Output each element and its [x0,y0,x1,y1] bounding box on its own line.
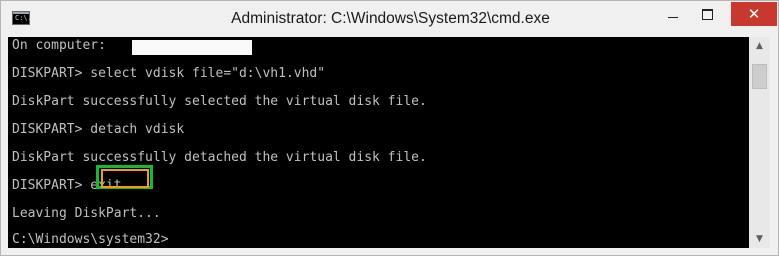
title-bar[interactable]: C:\. Administrator: C:\Windows\System32\… [1,1,778,37]
console-line: DiskPart successfully detached the virtu… [12,150,427,165]
console-line: DISKPART> select vdisk file="d:\vh1.vhd" [12,66,326,81]
console-output[interactable]: On computer: DISKPART> select vdisk file… [8,37,749,248]
maximize-icon [701,8,713,20]
highlight-box-inner [101,169,149,188]
console-line: C:\Windows\system32> [12,232,169,247]
console-line: DiskPart successfully selected the virtu… [12,94,427,109]
scroll-down-icon[interactable]: ▼ [749,230,770,248]
redacted-computer-name [132,40,252,55]
console-line: DISKPART> detach vdisk [12,122,185,137]
scroll-up-icon[interactable]: ▲ [749,37,770,55]
minimize-button[interactable] [656,2,690,26]
close-button[interactable]: ✕ [731,2,777,26]
maximize-button[interactable] [690,2,724,26]
close-icon: ✕ [747,5,761,23]
vertical-scrollbar[interactable]: ▲ ▼ [749,37,770,248]
console-line: Leaving DiskPart... [12,206,161,221]
console-line: On computer: [12,38,106,53]
minimize-icon [668,16,678,18]
console-window: C:\. Administrator: C:\Windows\System32\… [0,0,779,256]
scrollbar-thumb[interactable] [752,64,767,89]
